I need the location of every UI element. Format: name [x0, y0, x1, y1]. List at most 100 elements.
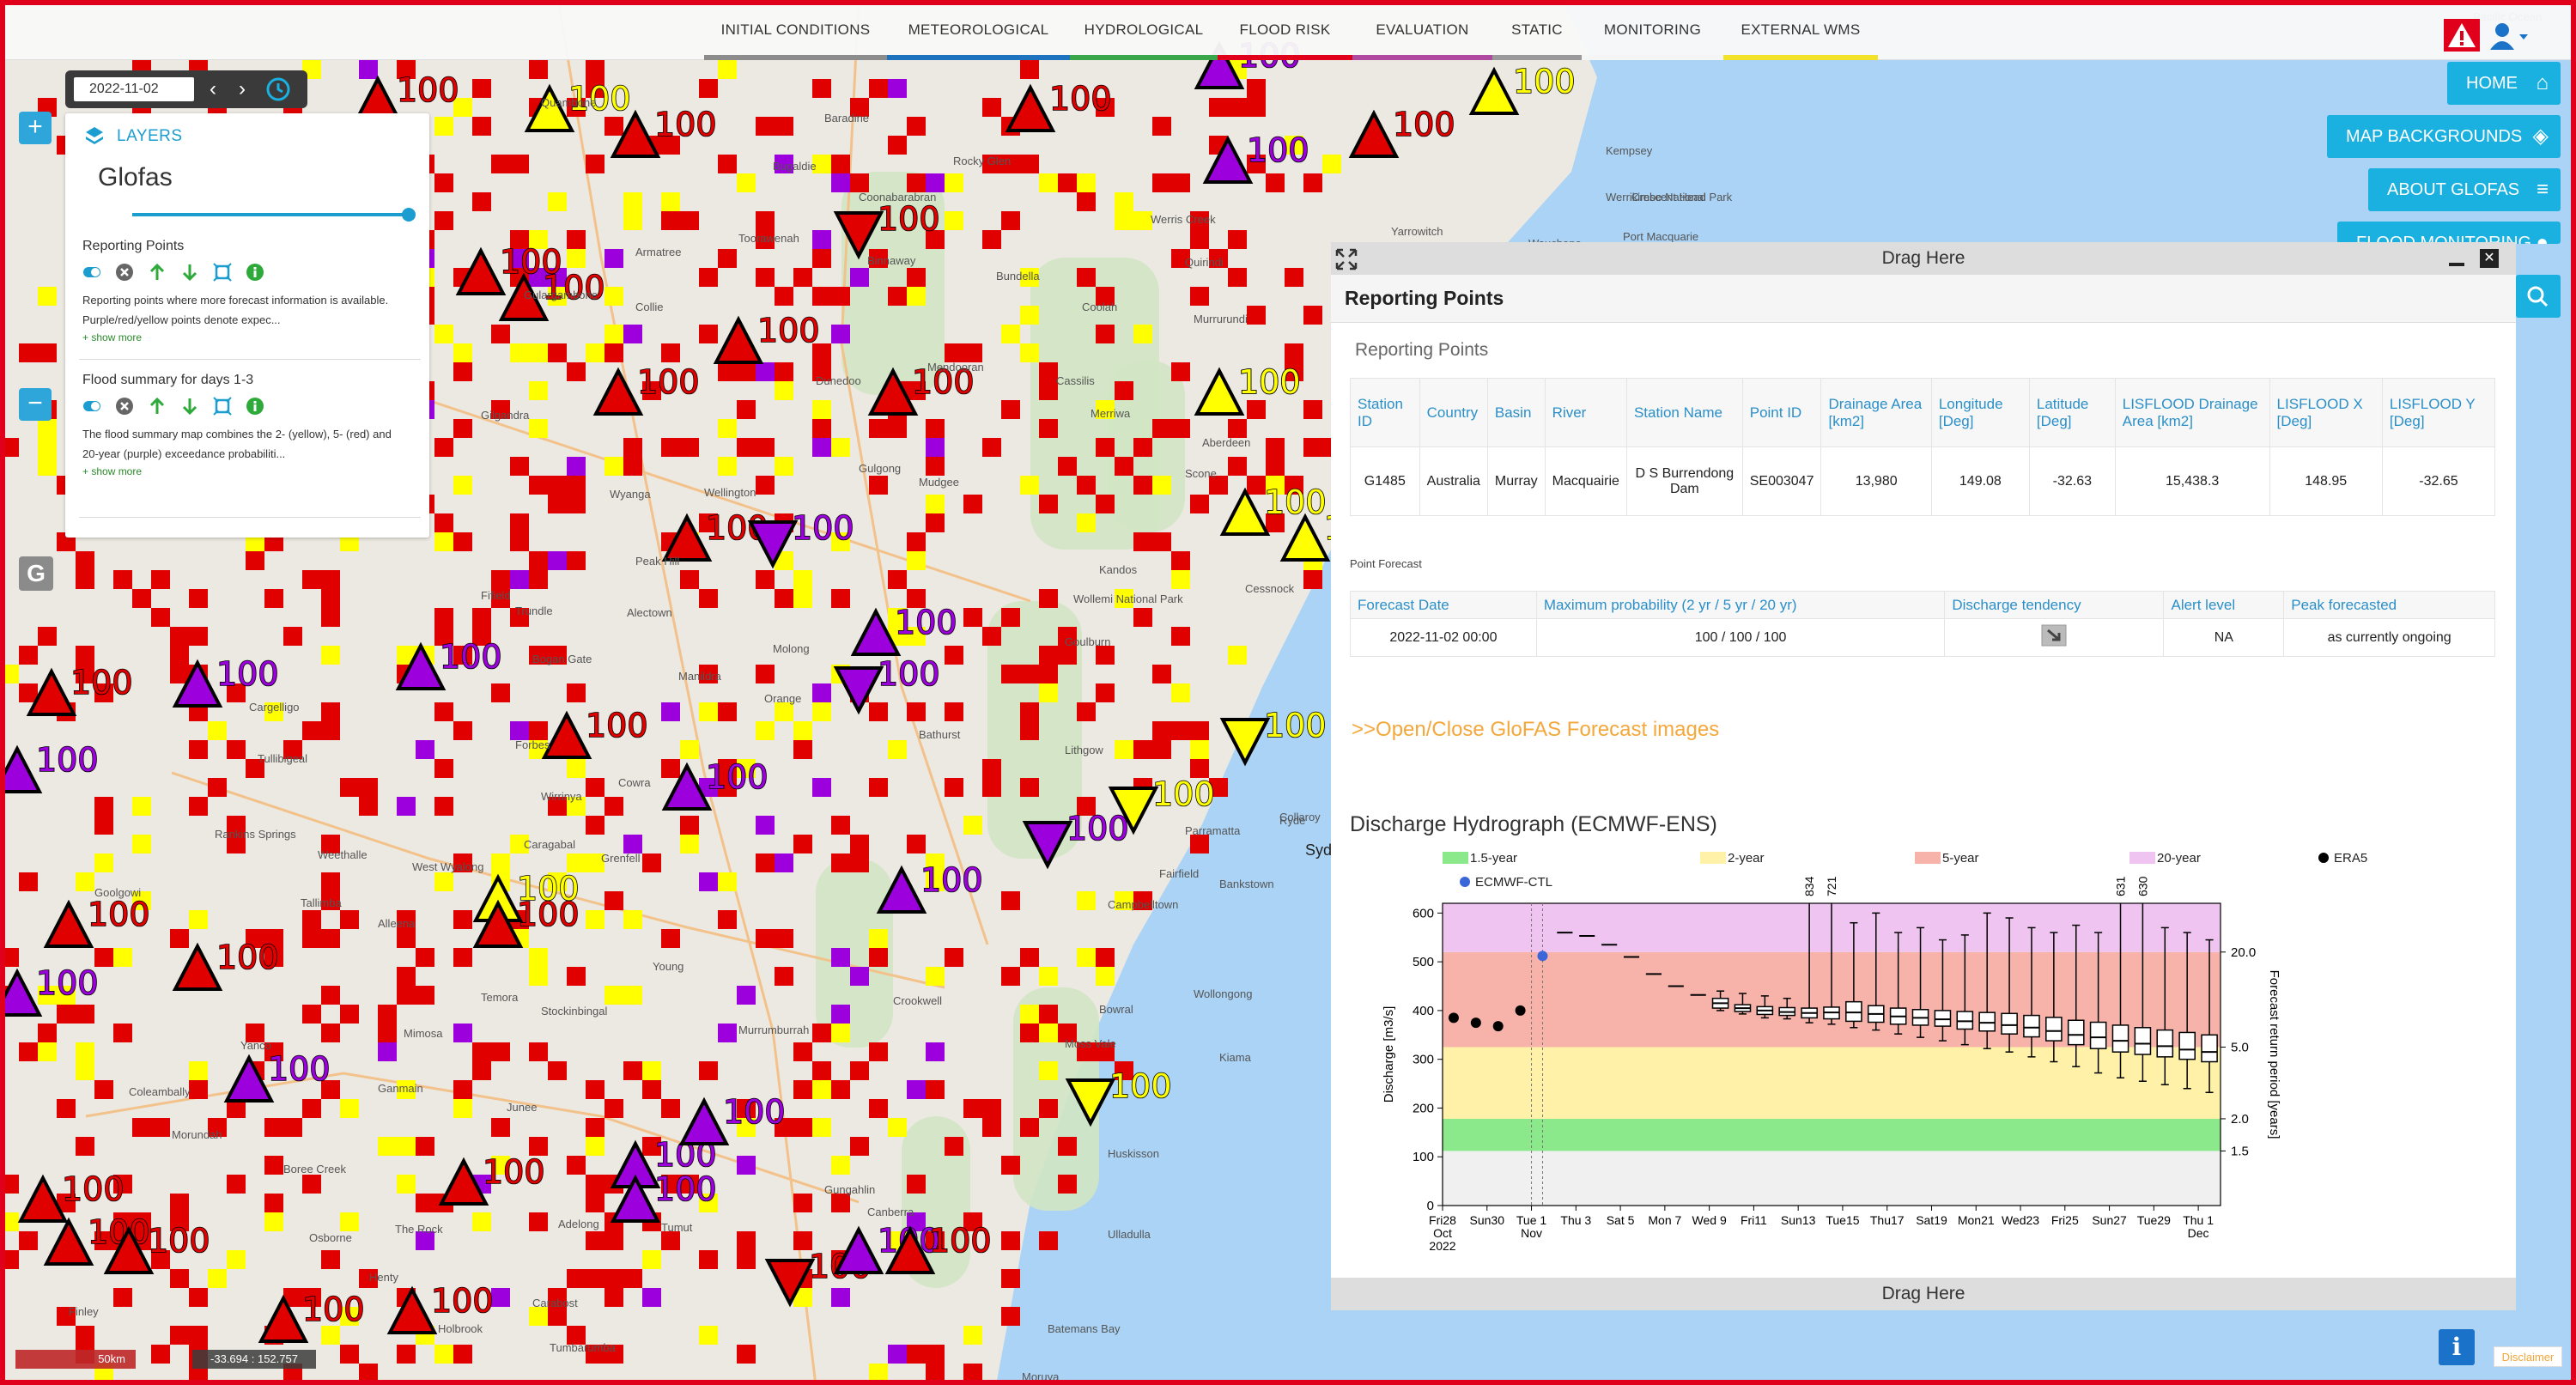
table-cell: D S Burrendong Dam — [1625, 446, 1743, 516]
zoom-in-button[interactable]: + — [19, 112, 52, 144]
flood-cell — [623, 192, 642, 211]
close-button[interactable]: ✕ — [2480, 249, 2499, 268]
user-menu-button[interactable] — [2488, 21, 2531, 52]
layers-tab[interactable]: LAYERS — [117, 127, 183, 146]
clock-button[interactable] — [264, 76, 292, 103]
date-selector: 2022-11-02 ‹ › — [65, 70, 307, 108]
flood-cell — [397, 1345, 416, 1364]
flood-cell — [510, 343, 529, 362]
minimize-button[interactable] — [2447, 251, 2466, 268]
legend-item: 5-year — [1915, 851, 1979, 866]
place-label: Holbrook — [438, 1322, 483, 1335]
nav-external-wms[interactable]: EXTERNAL WMS — [1723, 0, 1878, 60]
nav-hydrological[interactable]: HYDROLOGICAL — [1070, 0, 1218, 60]
opacity-slider-handle[interactable] — [402, 208, 416, 222]
place-label: Collie — [635, 301, 664, 313]
flood-cell — [623, 211, 642, 230]
flood-cell — [189, 910, 208, 929]
info-icon[interactable] — [246, 397, 264, 416]
flood-cell — [661, 211, 680, 230]
nav-initial-conditions[interactable]: INITIAL CONDITIONS — [704, 0, 887, 60]
forecast-images-toggle[interactable]: >>Open/Close GloFAS Forecast images — [1352, 718, 1719, 742]
flood-cell — [397, 929, 416, 948]
flood-cell — [434, 173, 453, 192]
flood-cell — [869, 1099, 888, 1118]
info-icon[interactable] — [246, 263, 264, 282]
flood-cell — [945, 702, 963, 721]
svg-text:100: 100 — [920, 861, 983, 899]
flood-cell — [623, 910, 642, 929]
flood-cell — [1247, 306, 1266, 325]
era5-point — [1515, 1005, 1526, 1016]
flood-cell — [1039, 495, 1058, 513]
about-glofas-button[interactable]: ABOUT GLOFAS ≡ — [2368, 168, 2561, 211]
flood-cell — [963, 1326, 982, 1345]
toggle-icon[interactable] — [82, 397, 101, 416]
flood-cell — [321, 872, 340, 891]
flood-cell — [472, 1042, 491, 1061]
move-up-icon[interactable] — [148, 397, 167, 416]
flood-cell — [170, 1326, 189, 1345]
next-date-button[interactable]: › — [228, 76, 256, 103]
expand-icon[interactable] — [1334, 247, 1358, 271]
drag-handle-top[interactable]: Drag Here — [1331, 242, 2516, 275]
x-tick-label: Mon21 — [1958, 1213, 1995, 1227]
flood-cell — [1322, 155, 1341, 173]
flood-cell — [529, 476, 548, 495]
flood-cell — [756, 438, 775, 457]
map-backgrounds-button[interactable]: MAP BACKGROUNDS ◈ — [2327, 115, 2561, 158]
move-up-icon[interactable] — [148, 263, 167, 282]
opacity-slider[interactable] — [132, 213, 407, 216]
flood-cell — [1152, 117, 1171, 136]
toggle-icon[interactable] — [82, 263, 101, 282]
home-button[interactable]: HOME ⌂ — [2447, 62, 2561, 105]
move-down-icon[interactable] — [180, 263, 199, 282]
nav-flood-risk[interactable]: FLOOD RISK — [1218, 0, 1352, 60]
flood-cell — [38, 287, 57, 306]
place-label: Trundle — [515, 604, 553, 617]
flood-cell — [302, 1175, 321, 1194]
flood-cell — [321, 589, 340, 608]
g-button[interactable]: G — [19, 556, 53, 591]
flood-cell — [567, 457, 586, 476]
flood-cell — [718, 457, 737, 476]
place-label: Ulladulla — [1108, 1228, 1151, 1241]
flood-cell — [775, 967, 793, 986]
nav-monitoring[interactable]: MONITORING — [1582, 0, 1723, 60]
flood-cell — [321, 702, 340, 721]
zoom-to-extent-icon[interactable] — [213, 263, 232, 282]
show-more-link[interactable]: + show more — [82, 465, 421, 477]
flood-cell — [472, 1061, 491, 1080]
drag-handle-bottom[interactable]: Drag Here — [1331, 1278, 2516, 1310]
show-more-link[interactable]: + show more — [82, 331, 421, 343]
flood-monitoring-button[interactable]: FLOOD MONITORING ● — [2337, 222, 2561, 244]
flood-cell — [0, 1175, 19, 1194]
nav-evaluation[interactable]: EVALUATION — [1352, 0, 1492, 60]
disclaimer-button[interactable]: Disclaimer — [2494, 1346, 2562, 1367]
nav-meteorological[interactable]: METEOROLOGICAL — [887, 0, 1070, 60]
flood-cell — [510, 570, 529, 589]
flood-cell — [1077, 173, 1096, 192]
place-label: Toorawenah — [738, 232, 799, 245]
flood-cell — [434, 211, 453, 230]
remove-icon[interactable] — [115, 397, 134, 416]
search-button[interactable] — [2516, 275, 2561, 318]
place-label: Campbelltown — [1108, 898, 1179, 911]
alert-button[interactable] — [2444, 19, 2480, 52]
flood-cell — [472, 79, 491, 98]
zoom-to-extent-icon[interactable] — [213, 397, 232, 416]
flood-cell — [1077, 948, 1096, 967]
prev-date-button[interactable]: ‹ — [199, 76, 227, 103]
info-button[interactable]: i — [2439, 1329, 2475, 1365]
return-period-band — [1443, 1151, 2221, 1206]
date-field[interactable]: 2022-11-02 — [74, 77, 194, 101]
flood-cell — [76, 1137, 94, 1156]
flood-cell — [926, 1080, 945, 1099]
zoom-out-button[interactable]: − — [19, 388, 52, 421]
flood-cell — [623, 1269, 642, 1288]
nav-static[interactable]: STATIC — [1492, 0, 1582, 60]
remove-icon[interactable] — [115, 263, 134, 282]
svg-text:100: 100 — [70, 664, 133, 702]
move-down-icon[interactable] — [180, 397, 199, 416]
flood-cell — [756, 117, 775, 136]
